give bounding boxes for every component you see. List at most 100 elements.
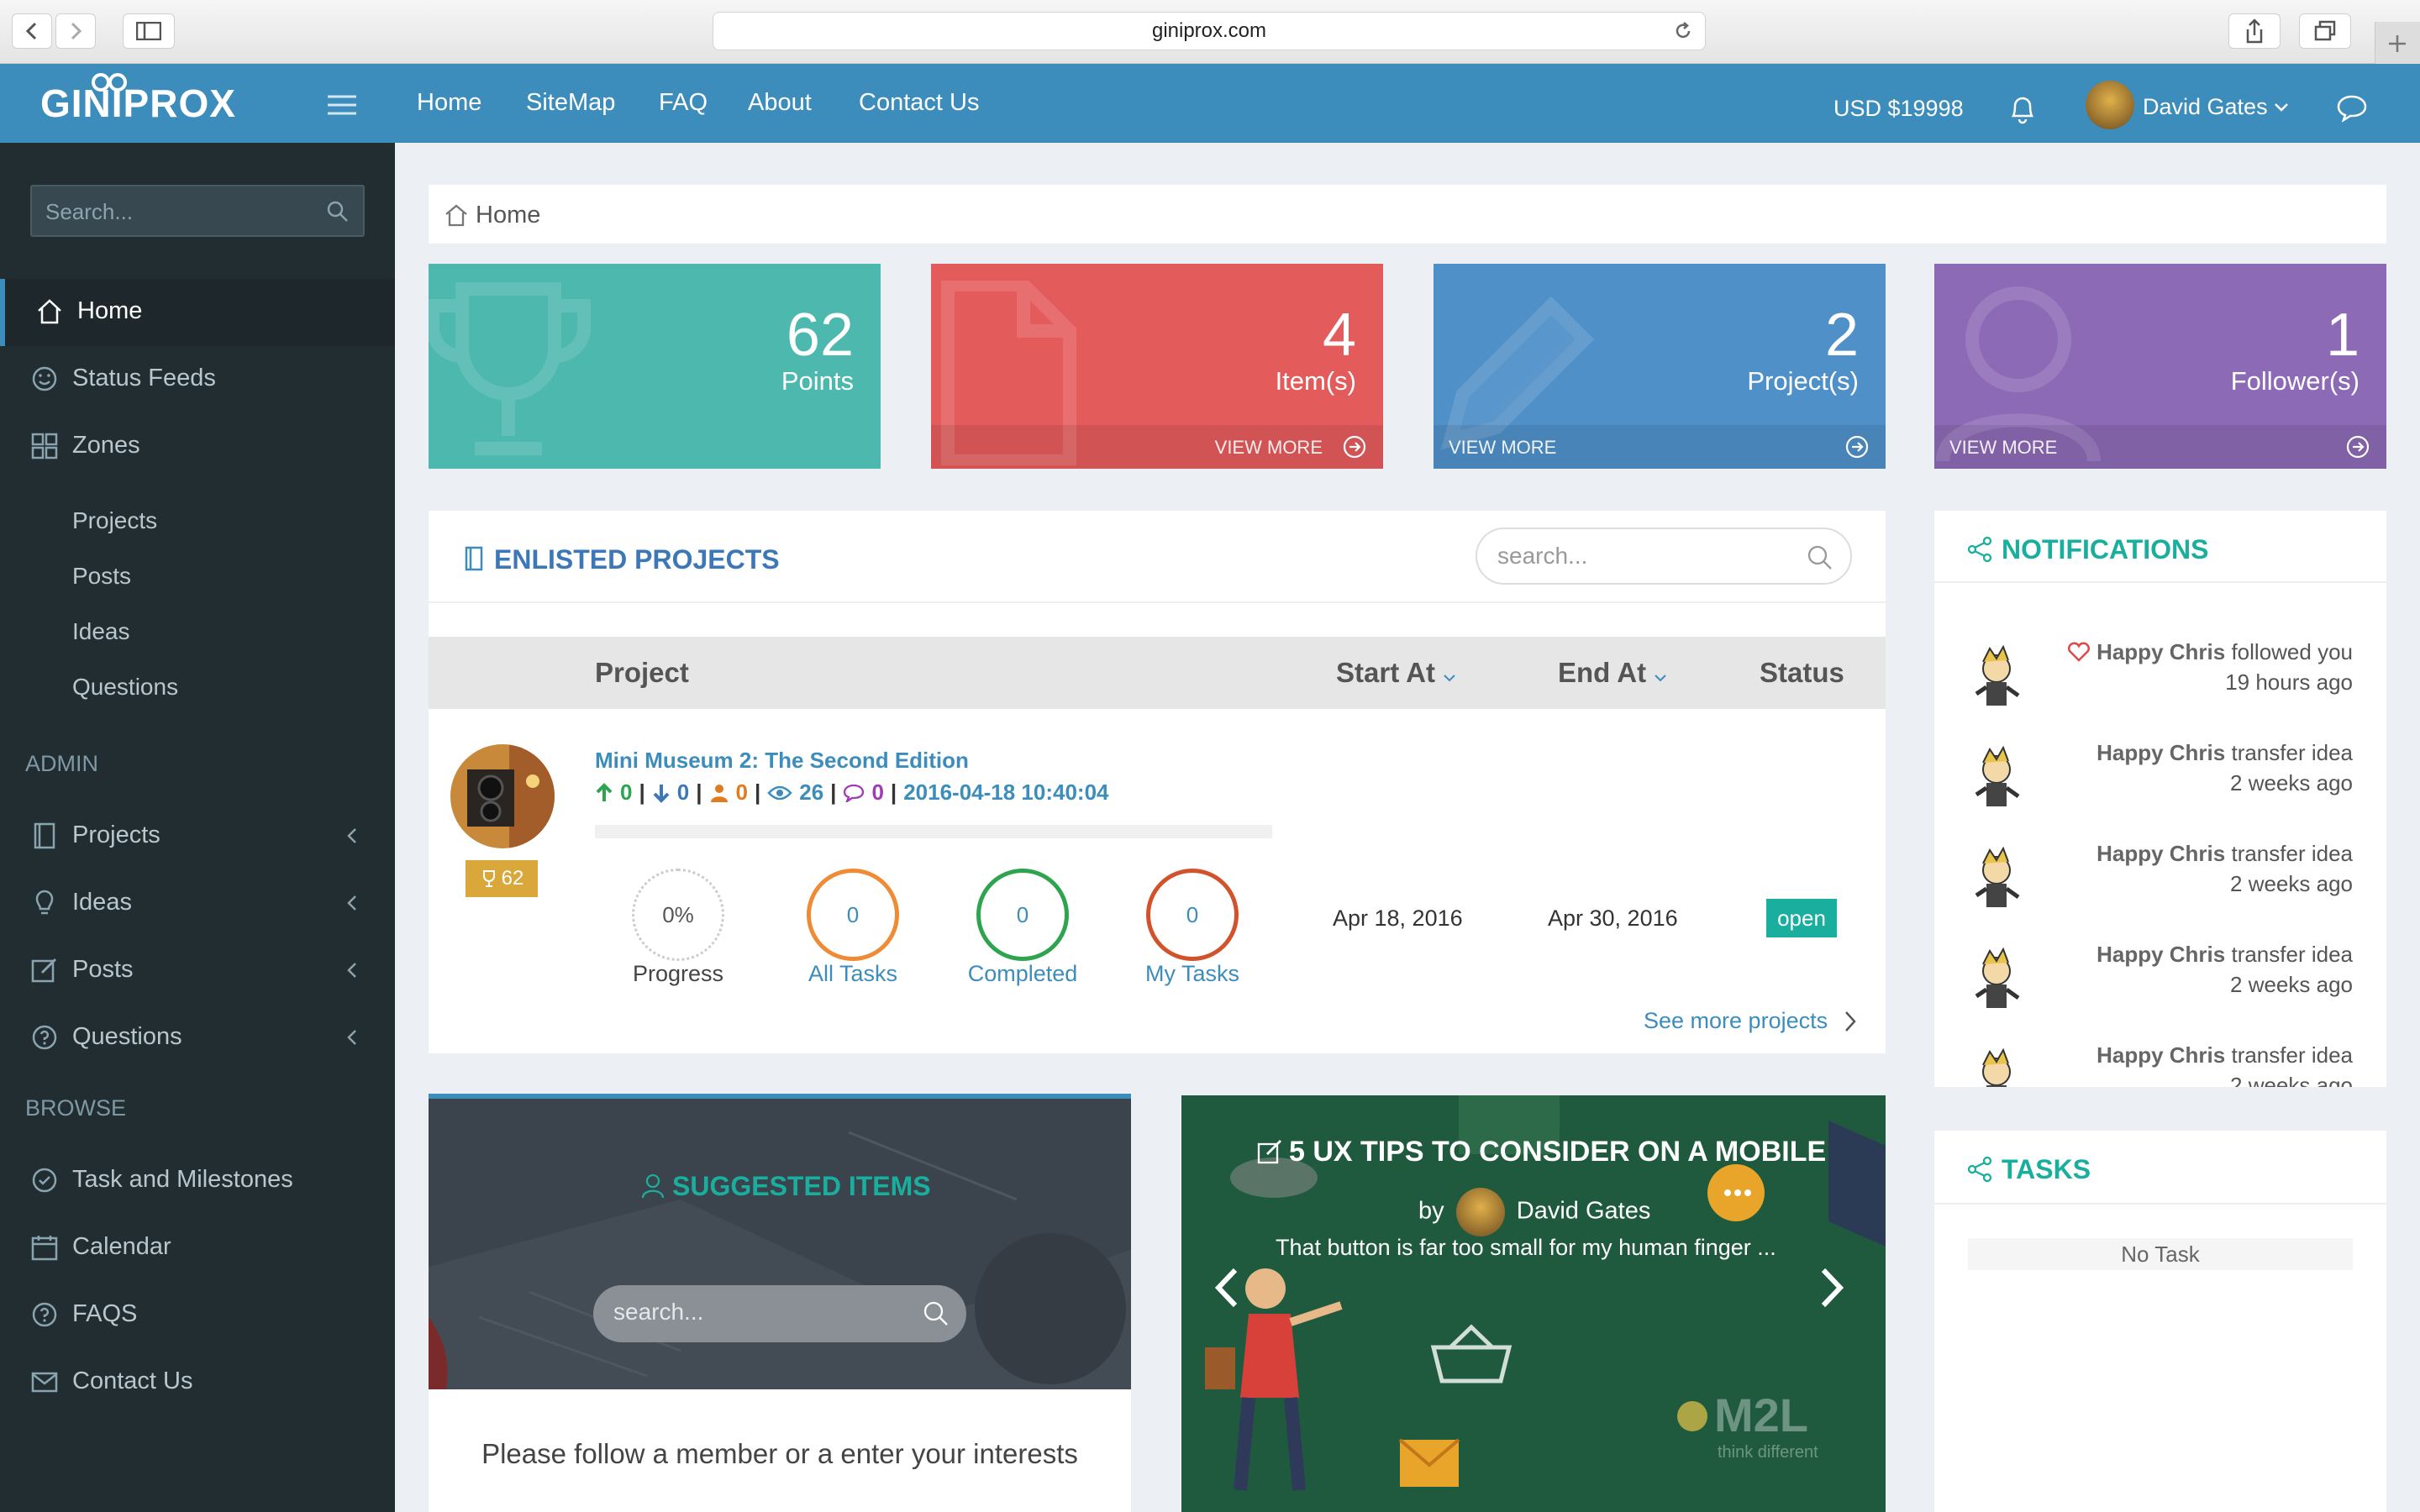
chevron-down-icon[interactable] (2274, 102, 2289, 113)
notification-item[interactable]: Happy Chris transfer idea 2 weeks ago (1934, 736, 2386, 837)
sidebar-item-label: Posts (72, 956, 134, 983)
author-avatar[interactable] (1455, 1188, 1505, 1236)
nav-about[interactable]: About (748, 89, 812, 117)
notification-user[interactable]: Happy Chris (2096, 740, 2225, 765)
view-more-link[interactable]: VIEW MORE (1934, 425, 2386, 469)
sidebar-item-admin-posts[interactable]: Posts (0, 937, 395, 1005)
search-icon[interactable] (1807, 544, 1833, 571)
sidebar-sub-projects[interactable]: Projects (72, 507, 157, 534)
suggested-search-input[interactable]: search... (593, 1285, 966, 1342)
sidebar-item-zones[interactable]: Zones (0, 413, 395, 480)
trophy-icon (482, 870, 495, 887)
sidebar-item-home[interactable]: Home (0, 279, 395, 346)
search-icon[interactable] (326, 200, 350, 223)
forward-button[interactable] (55, 13, 96, 49)
tabs-button[interactable] (2299, 13, 2351, 49)
col-start-at[interactable]: Start At (1336, 657, 1456, 689)
sidebar-item-label: Ideas (72, 889, 132, 916)
notification-text: Happy Chris transfer idea 2 weeks ago (2096, 838, 2353, 899)
sidebar-item-faqs[interactable]: FAQS (0, 1282, 395, 1349)
share-nodes-icon (1967, 1156, 1992, 1183)
notification-item[interactable]: Happy Chris transfer idea 2 weeks ago (1934, 837, 2386, 937)
new-tab-button[interactable] (2375, 22, 2420, 64)
lightbulb-icon (35, 890, 54, 915)
view-more-link[interactable]: VIEW MORE (1434, 425, 1886, 469)
nav-sitemap[interactable]: SiteMap (526, 89, 615, 117)
check-circle-icon (32, 1168, 57, 1193)
all-tasks-label[interactable]: All Tasks (769, 961, 937, 987)
post-excerpt: That button is far too small for my huma… (1276, 1235, 1776, 1260)
reload-icon[interactable] (1673, 21, 1693, 41)
col-end-at[interactable]: End At (1558, 657, 1667, 689)
chevron-right-icon[interactable] (1844, 1010, 1857, 1033)
sidebar-item-label: Projects (72, 822, 160, 848)
project-thumbnail[interactable] (450, 744, 555, 848)
user-avatar[interactable] (2086, 81, 2134, 129)
notification-user[interactable]: Happy Chris (2096, 639, 2225, 664)
arrow-circle-right-icon (2346, 435, 2370, 459)
sidebar-sub-ideas[interactable]: Ideas (72, 618, 130, 645)
sidebar-sub-posts[interactable]: Posts (72, 563, 131, 590)
sidebar-item-calendar[interactable]: Calendar (0, 1215, 395, 1282)
projects-search-input[interactable]: search... (1476, 528, 1852, 585)
project-name-link[interactable]: Mini Museum 2: The Second Edition (595, 748, 969, 774)
brand-logo[interactable]: GINIPROX (40, 81, 236, 126)
sidebar-item-admin-projects[interactable]: Projects (0, 803, 395, 870)
notification-user[interactable]: Happy Chris (2096, 841, 2225, 866)
sidebar-item-contact-us[interactable]: Contact Us (0, 1349, 395, 1416)
chevron-right-icon[interactable] (1820, 1267, 1844, 1309)
sidebar-sub-questions[interactable]: Questions (72, 674, 178, 701)
back-button[interactable] (12, 13, 52, 49)
share-button[interactable] (2228, 13, 2281, 49)
stat-items: 4 Item(s) VIEW MORE (931, 264, 1383, 469)
notification-item[interactable]: Happy Chris followed you 19 hours ago (1934, 635, 2386, 736)
sidebar-item-status-feeds[interactable]: Status Feeds (0, 346, 395, 413)
sidebar-item-admin-ideas[interactable]: Ideas (0, 870, 395, 937)
menu-toggle-icon[interactable] (328, 94, 356, 116)
chevron-left-icon (347, 963, 356, 978)
arrow-circle-right-icon (1343, 435, 1366, 459)
all-tasks-circle[interactable]: 0 (807, 869, 899, 961)
notification-time: 2 weeks ago (2230, 972, 2353, 997)
completed-label[interactable]: Completed (939, 961, 1107, 987)
logo-swirl-icon (92, 73, 127, 92)
sidebar-toggle-button[interactable] (123, 13, 175, 49)
sidebar-item-label: FAQS (72, 1300, 138, 1327)
account-balance[interactable]: USD $19998 (1833, 96, 1964, 122)
chevron-left-icon[interactable] (1215, 1267, 1239, 1309)
bell-icon[interactable] (2008, 94, 2037, 124)
nav-faq[interactable]: FAQ (659, 89, 708, 117)
notification-user[interactable]: Happy Chris (2096, 942, 2225, 967)
arrow-down-icon[interactable] (652, 783, 671, 803)
author-name[interactable]: David Gates (1517, 1198, 1651, 1225)
see-more-projects-link[interactable]: See more projects (1644, 1008, 1828, 1034)
my-tasks-circle[interactable]: 0 (1146, 869, 1239, 961)
search-icon[interactable] (923, 1300, 950, 1327)
notification-user[interactable]: Happy Chris (2096, 1042, 2225, 1068)
completed-circle[interactable]: 0 (976, 869, 1069, 961)
view-more-link[interactable]: VIEW MORE (931, 425, 1383, 469)
notification-text: Happy Chris transfer idea 2 weeks ago (2096, 1040, 2353, 1087)
sidebar-item-task-and-milestones[interactable]: Task and Milestones (0, 1147, 395, 1215)
chat-icon[interactable] (2336, 94, 2368, 123)
col-project[interactable]: Project (595, 657, 689, 689)
sidebar-item-label: Zones (72, 432, 140, 459)
carousel-watermark-sub: think different (1718, 1443, 1818, 1462)
stat-value: 1 (2325, 302, 2360, 369)
address-bar[interactable]: giniprox.com (713, 12, 1706, 50)
stat-label: Follower(s) (2230, 366, 2360, 396)
breadcrumb-home[interactable]: Home (476, 202, 540, 229)
post-title[interactable]: 5 UX TIPS TO CONSIDER ON A MOBILE (1289, 1136, 1826, 1168)
sidebar-item-admin-questions[interactable]: Questions (0, 1005, 395, 1072)
notification-item[interactable]: Happy Chris transfer idea 2 weeks ago (1934, 937, 2386, 1038)
my-tasks-label[interactable]: My Tasks (1108, 961, 1276, 987)
nav-home[interactable]: Home (417, 89, 481, 117)
col-status[interactable]: Status (1760, 657, 1844, 689)
notification-item[interactable]: Happy Chris transfer idea 2 weeks ago (1934, 1038, 2386, 1087)
arrow-up-icon[interactable] (595, 782, 613, 803)
stat-value: 62 (786, 302, 854, 369)
sidebar-search-input[interactable]: Search... (30, 185, 365, 237)
nav-contact-us[interactable]: Contact Us (859, 89, 979, 117)
user-name[interactable]: David Gates (2143, 94, 2268, 120)
question-circle-icon (32, 1302, 57, 1327)
